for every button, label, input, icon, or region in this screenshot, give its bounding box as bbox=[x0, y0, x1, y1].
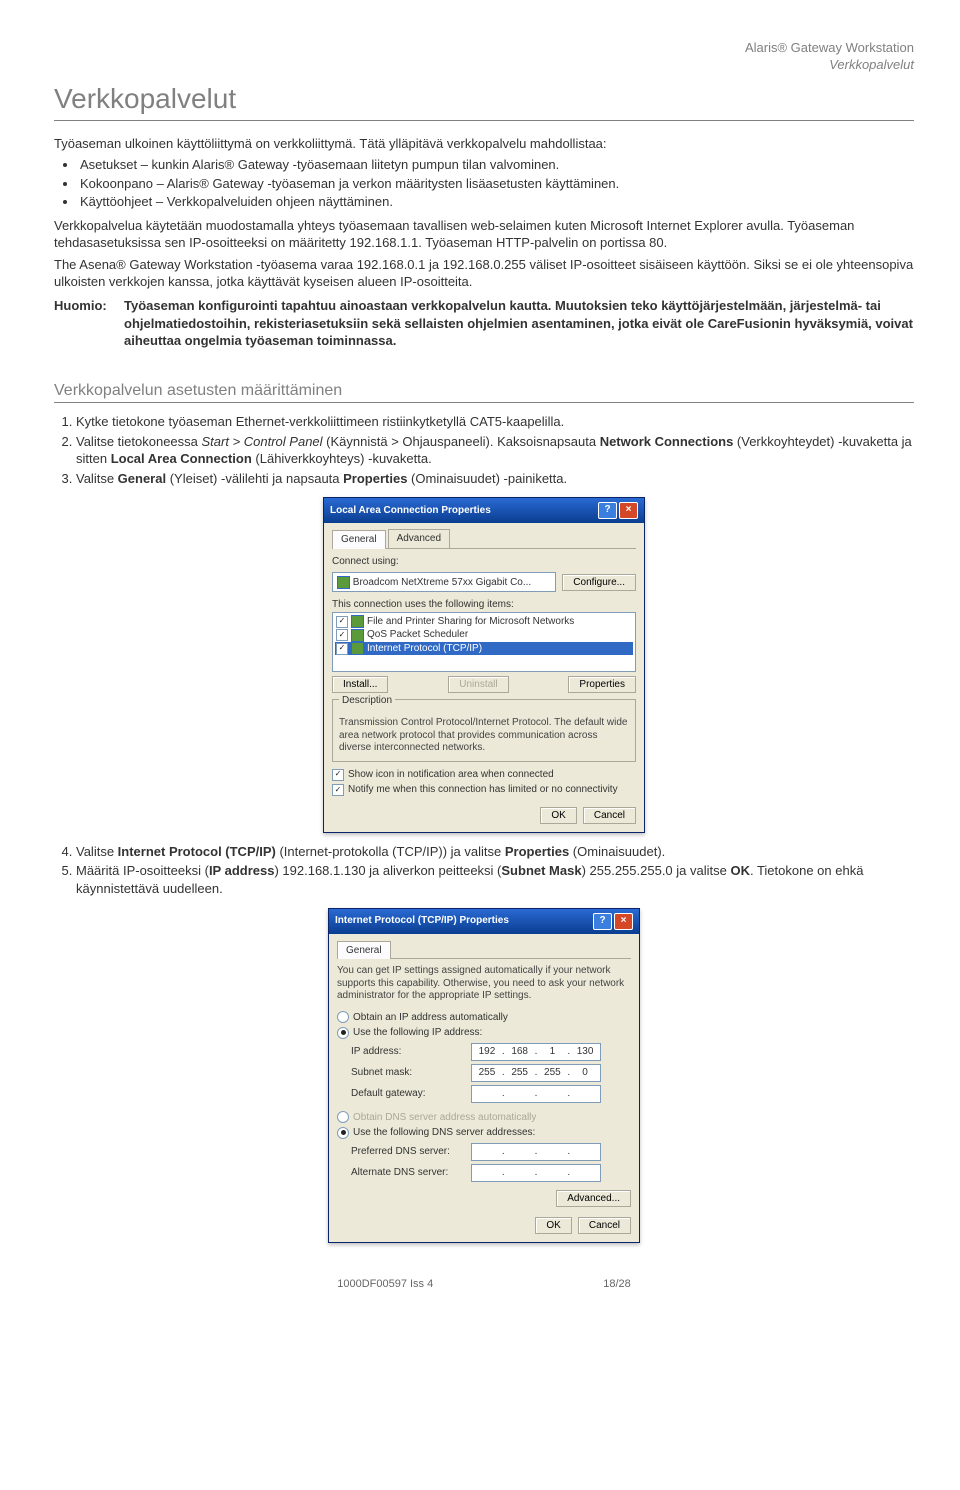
items-list[interactable]: ✓File and Printer Sharing for Microsoft … bbox=[332, 612, 636, 672]
show-icon-label: Show icon in notification area when conn… bbox=[348, 768, 554, 782]
preferred-dns-label: Preferred DNS server: bbox=[351, 1145, 471, 1159]
tab-advanced[interactable]: Advanced bbox=[388, 529, 450, 548]
alternate-dns-label: Alternate DNS server: bbox=[351, 1166, 471, 1180]
step-item: Valitse tietokoneessa Start > Control Pa… bbox=[76, 433, 914, 468]
alternate-dns-input[interactable]: ... bbox=[471, 1164, 601, 1182]
dialog-titlebar[interactable]: Local Area Connection Properties ? × bbox=[324, 498, 644, 523]
fieldset-legend: Description bbox=[339, 695, 395, 706]
subnet-mask-input[interactable]: 255.255.255.0 bbox=[471, 1064, 601, 1082]
notice-row: Huomio: Työaseman konfigurointi tapahtuu… bbox=[54, 297, 914, 350]
gateway-input[interactable]: ... bbox=[471, 1085, 601, 1103]
notice-label: Huomio: bbox=[54, 297, 124, 350]
header-right: Alaris® Gateway Workstation Verkkopalvel… bbox=[54, 40, 914, 74]
tab-general[interactable]: General bbox=[337, 941, 391, 960]
steps-list-a: Kytke tietokone työaseman Ethernet-verkk… bbox=[54, 413, 914, 487]
install-button[interactable]: Install... bbox=[332, 676, 388, 693]
preferred-dns-input[interactable]: ... bbox=[471, 1143, 601, 1161]
obtain-ip-auto-label: Obtain an IP address automatically bbox=[353, 1011, 508, 1025]
ip-address-label: IP address: bbox=[351, 1045, 471, 1059]
uses-items-label: This connection uses the following items… bbox=[332, 598, 636, 612]
service-icon bbox=[351, 629, 364, 642]
close-icon[interactable]: × bbox=[619, 502, 638, 519]
obtain-dns-auto-label: Obtain DNS server address automatically bbox=[353, 1111, 536, 1125]
subheading: Verkkopalvelun asetusten määrittäminen bbox=[54, 380, 914, 404]
cancel-button[interactable]: Cancel bbox=[578, 1217, 631, 1234]
protocol-icon bbox=[351, 642, 364, 655]
radio-icon[interactable] bbox=[337, 1127, 349, 1139]
tcpip-intro: You can get IP settings assigned automat… bbox=[337, 965, 631, 1003]
ok-button[interactable]: OK bbox=[535, 1217, 571, 1234]
radio-icon[interactable] bbox=[337, 1027, 349, 1039]
lan-properties-dialog: Local Area Connection Properties ? × Gen… bbox=[323, 497, 645, 833]
tab-bar: General Advanced bbox=[332, 529, 636, 549]
advanced-button[interactable]: Advanced... bbox=[556, 1190, 631, 1207]
dialog-titlebar[interactable]: Internet Protocol (TCP/IP) Properties ? … bbox=[329, 909, 639, 934]
paragraph: Verkkopalvelua käytetään muodostamalla y… bbox=[54, 217, 914, 252]
page-number: 18/28 bbox=[603, 1277, 631, 1292]
bullet-item: Asetukset – kunkin Alaris® Gateway -työa… bbox=[78, 156, 914, 174]
dialog-title: Local Area Connection Properties bbox=[330, 504, 491, 518]
adapter-field[interactable]: Broadcom NetXtreme 57xx Gigabit Co... bbox=[332, 572, 556, 592]
close-icon[interactable]: × bbox=[614, 913, 633, 930]
page-footer: 1000DF00597 Iss 4 18/28 bbox=[54, 1277, 914, 1292]
page-title: Verkkopalvelut bbox=[54, 80, 914, 121]
step-item: Valitse General (Yleiset) -välilehti ja … bbox=[76, 470, 914, 488]
use-following-ip-label: Use the following IP address: bbox=[353, 1026, 482, 1040]
step-item: Kytke tietokone työaseman Ethernet-verkk… bbox=[76, 413, 914, 431]
uninstall-button: Uninstall bbox=[448, 676, 508, 693]
help-icon[interactable]: ? bbox=[593, 913, 612, 930]
description-fieldset: Description Transmission Control Protoco… bbox=[332, 699, 636, 762]
use-following-dns-label: Use the following DNS server addresses: bbox=[353, 1126, 535, 1140]
description-text: Transmission Control Protocol/Internet P… bbox=[339, 717, 629, 755]
step-item: Määritä IP-osoitteeksi (IP address) 192.… bbox=[76, 862, 914, 897]
ok-button[interactable]: OK bbox=[540, 807, 576, 824]
intro-text: Työaseman ulkoinen käyttöliittymä on ver… bbox=[54, 135, 914, 153]
product-name: Alaris® Gateway Workstation bbox=[54, 40, 914, 57]
checkbox-icon[interactable]: ✓ bbox=[332, 784, 344, 796]
notice-body: Työaseman konfigurointi tapahtuu ainoast… bbox=[124, 297, 914, 350]
tcpip-properties-dialog: Internet Protocol (TCP/IP) Properties ? … bbox=[328, 908, 640, 1243]
dialog-title: Internet Protocol (TCP/IP) Properties bbox=[335, 914, 509, 928]
properties-button[interactable]: Properties bbox=[568, 676, 636, 693]
checkbox-icon[interactable]: ✓ bbox=[336, 643, 348, 655]
cancel-button[interactable]: Cancel bbox=[583, 807, 636, 824]
paragraph: The Asena® Gateway Workstation -työasema… bbox=[54, 256, 914, 291]
bullet-item: Käyttöohjeet – Verkkopalveluiden ohjeen … bbox=[78, 193, 914, 211]
radio-icon[interactable] bbox=[337, 1011, 349, 1023]
notify-label: Notify me when this connection has limit… bbox=[348, 783, 618, 797]
doc-id: 1000DF00597 Iss 4 bbox=[337, 1277, 433, 1292]
subnet-mask-label: Subnet mask: bbox=[351, 1066, 471, 1080]
gateway-label: Default gateway: bbox=[351, 1087, 471, 1101]
bullet-item: Kokoonpano – Alaris® Gateway -työaseman … bbox=[78, 175, 914, 193]
help-icon[interactable]: ? bbox=[598, 502, 617, 519]
connect-using-label: Connect using: bbox=[332, 555, 636, 569]
steps-list-b: Valitse Internet Protocol (TCP/IP) (Inte… bbox=[54, 843, 914, 898]
checkbox-icon[interactable]: ✓ bbox=[336, 616, 348, 628]
step-item: Valitse Internet Protocol (TCP/IP) (Inte… bbox=[76, 843, 914, 861]
checkbox-icon[interactable]: ✓ bbox=[336, 629, 348, 641]
radio-icon bbox=[337, 1111, 349, 1123]
service-icon bbox=[351, 615, 364, 628]
context-name: Verkkopalvelut bbox=[54, 57, 914, 74]
configure-button[interactable]: Configure... bbox=[562, 574, 636, 591]
tab-general[interactable]: General bbox=[332, 530, 386, 549]
checkbox-icon[interactable]: ✓ bbox=[332, 769, 344, 781]
ip-address-input[interactable]: 192.168.1.130 bbox=[471, 1043, 601, 1061]
bullet-list: Asetukset – kunkin Alaris® Gateway -työa… bbox=[78, 156, 914, 211]
nic-icon bbox=[337, 576, 350, 589]
